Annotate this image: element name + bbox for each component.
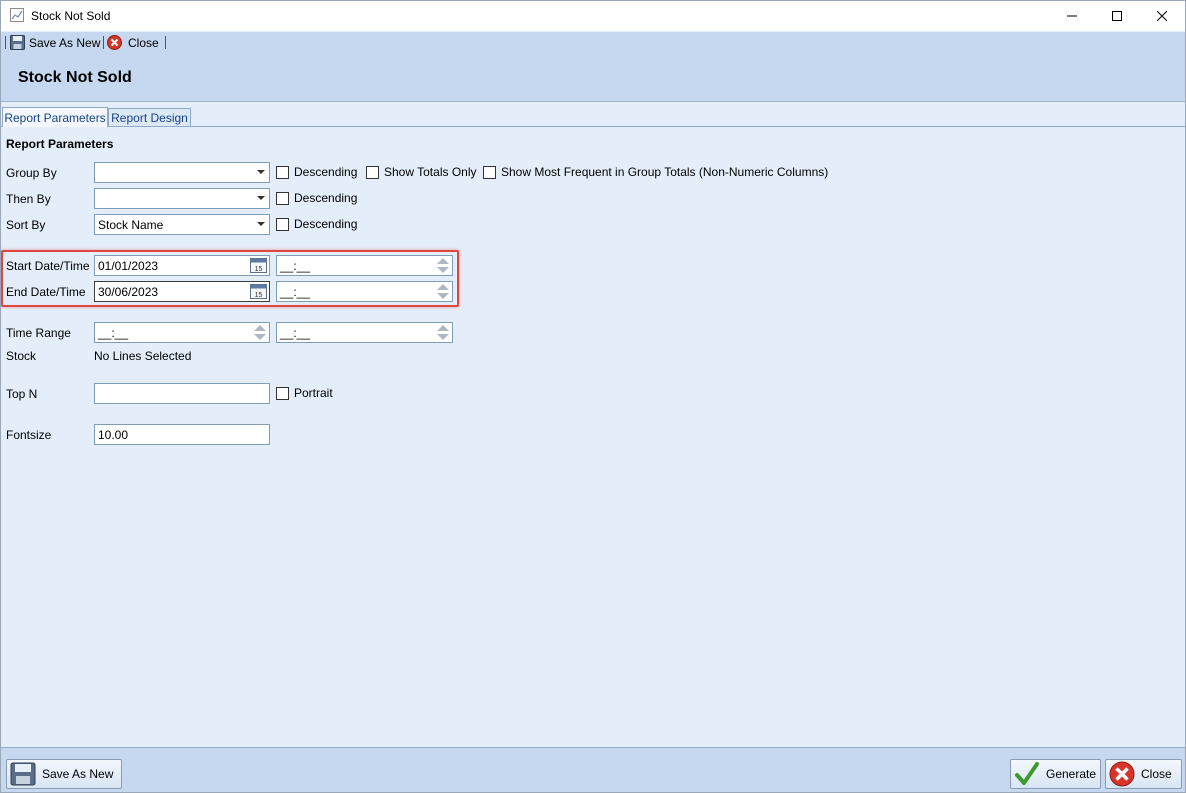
time-range-to-value: __:__ bbox=[280, 326, 311, 340]
stock-selection-link[interactable]: No Lines Selected bbox=[94, 349, 191, 363]
portrait-checkbox[interactable]: Portrait bbox=[276, 386, 333, 400]
start-date-value: 01/01/2023 bbox=[98, 259, 159, 273]
report-window: Stock Not Sold Save As New Close Stock N… bbox=[0, 0, 1186, 793]
tab-label: Report Design bbox=[111, 110, 188, 125]
fontsize-value: 10.00 bbox=[98, 428, 129, 442]
time-range-label: Time Range bbox=[6, 326, 71, 340]
close-button[interactable]: Close bbox=[1105, 759, 1182, 789]
maximize-icon bbox=[1112, 11, 1122, 21]
start-time-input[interactable]: __:__ bbox=[276, 255, 453, 276]
time-range-to-input[interactable]: __:__ bbox=[276, 322, 453, 343]
tab-report-design[interactable]: Report Design bbox=[108, 108, 191, 126]
checkbox-box bbox=[276, 217, 289, 231]
toolbar-save-as-new-button[interactable]: Save As New bbox=[10, 34, 100, 51]
close-circle-icon bbox=[1109, 761, 1135, 787]
toolbar-close-label: Close bbox=[128, 35, 159, 50]
minimize-icon bbox=[1067, 15, 1077, 17]
report-app-icon bbox=[10, 8, 24, 22]
tab-strip: Report Parameters Report Design bbox=[1, 102, 1185, 128]
start-date-label: Start Date/Time bbox=[6, 259, 90, 273]
tab-label: Report Parameters bbox=[4, 110, 106, 125]
chevron-down-icon bbox=[257, 170, 265, 174]
checkbox-box bbox=[366, 165, 379, 179]
start-date-input[interactable]: 01/01/2023 15 bbox=[94, 255, 270, 276]
group-by-label: Group By bbox=[6, 166, 57, 180]
end-date-input[interactable]: 30/06/2023 15 bbox=[94, 281, 270, 302]
window-title: Stock Not Sold bbox=[31, 9, 111, 23]
end-date-value: 30/06/2023 bbox=[98, 285, 159, 299]
spinner-arrows-icon[interactable] bbox=[437, 325, 449, 340]
fontsize-label: Fontsize bbox=[6, 428, 52, 442]
sort-by-descending-checkbox[interactable]: Descending bbox=[276, 217, 357, 231]
sort-by-select[interactable]: Stock Name bbox=[94, 214, 270, 235]
spinner-arrows-icon[interactable] bbox=[437, 284, 449, 299]
svg-text:15: 15 bbox=[255, 292, 263, 299]
toolbar-separator bbox=[5, 36, 6, 49]
save-as-new-button[interactable]: Save As New bbox=[6, 759, 122, 789]
group-by-descending-checkbox[interactable]: Descending bbox=[276, 165, 357, 179]
checkmark-icon bbox=[1015, 762, 1039, 785]
toolbar-separator bbox=[165, 36, 166, 49]
show-most-frequent-checkbox[interactable]: Show Most Frequent in Group Totals (Non-… bbox=[483, 165, 828, 179]
group-by-select[interactable] bbox=[94, 162, 270, 183]
checkbox-label: Descending bbox=[294, 217, 358, 231]
tab-report-parameters[interactable]: Report Parameters bbox=[2, 107, 108, 128]
chevron-down-icon bbox=[257, 222, 265, 226]
generate-label: Generate bbox=[1046, 767, 1097, 781]
checkbox-label: Portrait bbox=[294, 386, 333, 400]
stock-label: Stock bbox=[6, 349, 37, 363]
time-range-from-value: __:__ bbox=[98, 326, 129, 340]
checkbox-box bbox=[276, 165, 289, 179]
end-time-value: __:__ bbox=[280, 285, 311, 299]
then-by-select[interactable] bbox=[94, 188, 270, 209]
checkbox-label: Descending bbox=[294, 165, 358, 179]
checkbox-label: Show Most Frequent in Group Totals (Non-… bbox=[501, 165, 829, 179]
checkbox-box bbox=[276, 191, 289, 205]
end-date-label: End Date/Time bbox=[6, 285, 86, 299]
close-label: Close bbox=[1141, 767, 1172, 781]
close-circle-icon bbox=[107, 35, 122, 50]
checkbox-box bbox=[276, 386, 289, 400]
toolbar-separator bbox=[103, 36, 104, 49]
spinner-arrows-icon[interactable] bbox=[437, 258, 449, 273]
top-n-input[interactable] bbox=[94, 383, 270, 404]
floppy-disk-icon bbox=[10, 35, 25, 50]
title-bar: Stock Not Sold bbox=[1, 1, 1185, 31]
report-parameters-panel: Report Parameters Group By Descending Sh… bbox=[1, 127, 1185, 747]
maximize-button[interactable] bbox=[1095, 1, 1139, 31]
calendar-icon[interactable]: 15 bbox=[250, 283, 267, 299]
save-as-new-label: Save As New bbox=[42, 767, 114, 781]
close-window-button[interactable] bbox=[1140, 1, 1184, 31]
close-icon bbox=[1157, 11, 1167, 21]
show-totals-only-checkbox[interactable]: Show Totals Only bbox=[366, 165, 477, 179]
toolbar-close-button[interactable]: Close bbox=[107, 34, 159, 51]
checkbox-label: Show Totals Only bbox=[384, 165, 477, 179]
minimize-button[interactable] bbox=[1050, 1, 1094, 31]
then-by-label: Then By bbox=[6, 192, 51, 206]
sort-by-label: Sort By bbox=[6, 218, 46, 232]
svg-text:15: 15 bbox=[255, 266, 263, 273]
generate-button[interactable]: Generate bbox=[1010, 759, 1101, 789]
then-by-descending-checkbox[interactable]: Descending bbox=[276, 191, 357, 205]
start-time-value: __:__ bbox=[280, 259, 311, 273]
calendar-icon[interactable]: 15 bbox=[250, 257, 267, 273]
bottom-button-bar: Save As New Generate Close bbox=[1, 747, 1185, 792]
page-title: Stock Not Sold bbox=[18, 69, 132, 86]
toolbar: Save As New Close bbox=[1, 32, 1185, 52]
time-range-from-input[interactable]: __:__ bbox=[94, 322, 270, 343]
floppy-disk-icon bbox=[10, 762, 36, 786]
section-title: Report Parameters bbox=[6, 137, 114, 151]
sort-by-value: Stock Name bbox=[98, 218, 164, 232]
chevron-down-icon bbox=[257, 196, 265, 200]
checkbox-label: Descending bbox=[294, 191, 358, 205]
checkbox-box bbox=[483, 165, 496, 179]
end-time-input[interactable]: __:__ bbox=[276, 281, 453, 302]
fontsize-input[interactable]: 10.00 bbox=[94, 424, 270, 445]
top-n-label: Top N bbox=[6, 387, 38, 401]
spinner-arrows-icon[interactable] bbox=[254, 325, 266, 340]
header-band: Stock Not Sold bbox=[1, 52, 1185, 102]
toolbar-save-as-new-label: Save As New bbox=[29, 35, 101, 50]
